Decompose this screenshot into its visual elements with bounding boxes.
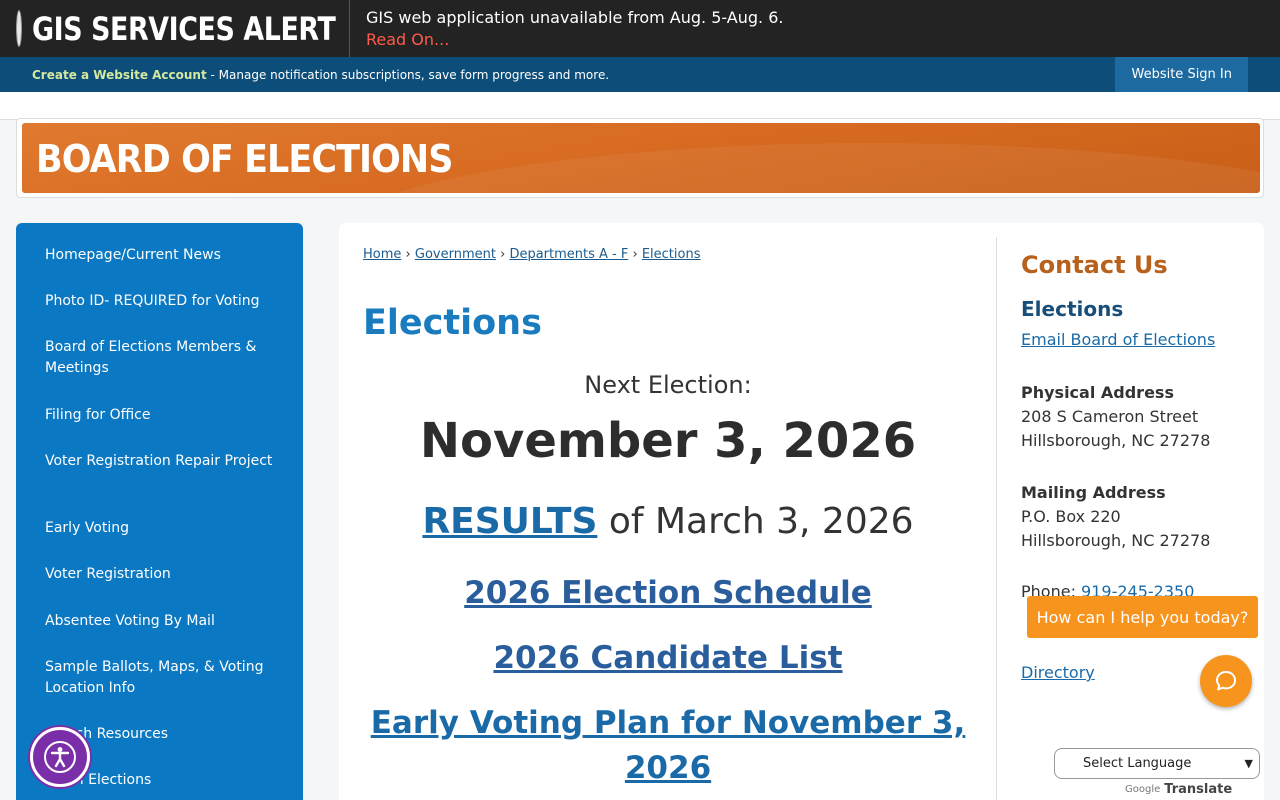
sidebar-item-absentee[interactable]: Absentee Voting By Mail — [45, 611, 275, 632]
google-logo-text: Google — [1125, 784, 1161, 795]
language-select[interactable]: Select Language ▼ — [1054, 748, 1260, 779]
google-translate-credit: Google Translate — [1125, 782, 1232, 797]
mailing-address-heading: Mailing Address — [1021, 483, 1166, 502]
breadcrumb-separator: › — [405, 247, 411, 262]
sidebar-item-photo-id[interactable]: Photo ID- REQUIRED for Voting — [45, 291, 275, 312]
directory-link[interactable]: Directory — [1021, 663, 1095, 682]
sidebar-item-early-voting[interactable]: Early Voting — [45, 518, 275, 539]
page-title: Elections — [363, 303, 542, 343]
create-account-link[interactable]: Create a Website Account — [32, 68, 207, 82]
contact-department: Elections — [1021, 297, 1124, 321]
accessibility-icon — [44, 741, 76, 773]
sidebar-item-board-members[interactable]: Board of Elections Members & Meetings — [45, 337, 275, 379]
breadcrumb-home[interactable]: Home — [363, 247, 401, 262]
account-bar: Create a Website Account - Manage notifi… — [0, 57, 1280, 92]
alert-bar: GIS SERVICES ALERT GIS web application u… — [0, 0, 1280, 57]
breadcrumb-departments[interactable]: Departments A - F — [509, 247, 628, 262]
language-select-label: Select Language — [1083, 756, 1192, 771]
results-suffix: of March 3, 2026 — [597, 501, 914, 542]
chevron-down-icon: ▼ — [1244, 757, 1253, 770]
accessibility-button[interactable] — [30, 727, 90, 787]
banner-title: BOARD OF ELECTIONS — [36, 137, 453, 181]
alert-title: GIS SERVICES ALERT — [32, 9, 336, 48]
email-board-link[interactable]: Email Board of Elections — [1021, 330, 1215, 349]
sign-in-button[interactable]: Website Sign In — [1115, 57, 1248, 92]
sidebar-item-homepage[interactable]: Homepage/Current News — [45, 245, 275, 266]
early-voting-link-block: Early Voting Plan for November 3, 2026 — [363, 701, 973, 791]
alert-message: GIS web application unavailable from Aug… — [366, 7, 784, 27]
account-description: - Manage notification subscriptions, sav… — [206, 67, 610, 82]
chat-icon — [1216, 671, 1236, 691]
candidate-link-block: 2026 Candidate List — [363, 636, 973, 681]
physical-address-line1: 208 S Cameron Street — [1021, 407, 1199, 426]
sidebar-item-filing[interactable]: Filing for Office — [45, 405, 275, 426]
next-election-label: Next Election: — [584, 371, 752, 399]
banner: BOARD OF ELECTIONS — [22, 123, 1260, 193]
next-election-date: November 3, 2026 — [419, 413, 917, 469]
main-content: Home › Government › Departments A - F › … — [339, 223, 1264, 800]
results-line: RESULTS of March 3, 2026 — [363, 501, 973, 542]
schedule-link-block: 2026 Election Schedule — [363, 571, 973, 616]
early-voting-plan-link[interactable]: Early Voting Plan for November 3, 2026 — [371, 705, 966, 786]
breadcrumb-separator: › — [632, 247, 638, 262]
election-schedule-link[interactable]: 2026 Election Schedule — [464, 575, 872, 611]
content-divider — [996, 237, 997, 800]
sidebar-item-sample-ballots[interactable]: Sample Ballots, Maps, & Voting Location … — [45, 657, 275, 699]
header-strip — [0, 92, 1280, 120]
banner-frame: BOARD OF ELECTIONS — [16, 118, 1264, 198]
chat-prompt-bubble[interactable]: How can I help you today? — [1027, 596, 1258, 638]
breadcrumb: Home › Government › Departments A - F › … — [363, 247, 700, 262]
results-link[interactable]: RESULTS — [422, 501, 597, 542]
sidebar-item-voter-registration[interactable]: Voter Registration — [45, 564, 275, 585]
physical-address-line2: Hillsborough, NC 27278 — [1021, 431, 1211, 450]
sidebar-nav: Homepage/Current News Photo ID- REQUIRED… — [16, 223, 303, 800]
sidebar-item-voter-repair[interactable]: Voter Registration Repair Project — [45, 451, 275, 472]
alert-icon — [17, 11, 21, 46]
contact-title: Contact Us — [1021, 251, 1168, 279]
breadcrumb-elections[interactable]: Elections — [642, 247, 701, 262]
account-text: Create a Website Account - Manage notifi… — [32, 68, 609, 82]
mailing-address-line2: Hillsborough, NC 27278 — [1021, 531, 1211, 550]
candidate-list-link[interactable]: 2026 Candidate List — [493, 640, 842, 676]
alert-heading: GIS SERVICES ALERT — [0, 0, 350, 57]
chat-button[interactable] — [1200, 655, 1252, 707]
physical-address-heading: Physical Address — [1021, 383, 1174, 402]
alert-read-on-link[interactable]: Read On... — [366, 29, 783, 51]
breadcrumb-separator: › — [500, 247, 506, 262]
alert-message-block: GIS web application unavailable from Aug… — [366, 7, 783, 51]
mailing-address-line1: P.O. Box 220 — [1021, 507, 1121, 526]
breadcrumb-government[interactable]: Government — [415, 247, 496, 262]
translate-label: Translate — [1164, 782, 1233, 797]
